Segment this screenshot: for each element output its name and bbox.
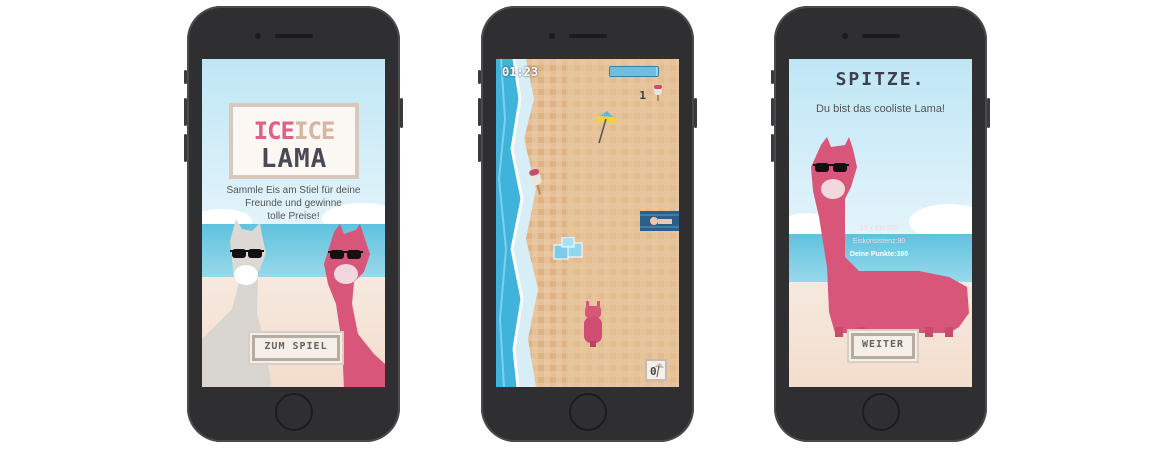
speaker-grille — [569, 34, 607, 38]
popsicle-count: 1 — [639, 89, 646, 102]
volume-down-button — [184, 134, 187, 162]
countdown-timer: 01:23 — [502, 65, 539, 79]
game-screen: 01:23 1 0 — [496, 59, 679, 387]
power-button — [694, 98, 697, 128]
result-screen: SPITZE. Du bist das cooliste Lama! 15 x … — [789, 59, 972, 387]
result-subtitle: Du bist das cooliste Lama! — [815, 103, 945, 115]
side-button — [771, 70, 774, 84]
umbrella-icon — [593, 111, 619, 144]
power-button — [987, 98, 990, 128]
speaker-grille — [275, 34, 313, 38]
speaker-grille — [862, 34, 900, 38]
home-button[interactable] — [274, 393, 313, 431]
logo-word-ice-pink: ICE — [253, 117, 295, 145]
side-button — [478, 70, 481, 84]
umbrella-counter[interactable]: 0 — [645, 359, 667, 381]
consistency-stat: Eiskonsistenz:90 — [852, 238, 906, 245]
volume-up-button — [184, 98, 187, 126]
side-button — [184, 70, 187, 84]
ice-cube-icon — [553, 237, 583, 260]
volume-up-button — [771, 98, 774, 126]
pink-llama-illustration — [324, 224, 385, 387]
beach-towel-icon — [640, 211, 679, 231]
game-logo: ICEICE LAMA — [229, 103, 359, 179]
ice-count-stat: 15 x Eis:300 — [859, 225, 899, 232]
logo-word-lama: LAMA — [260, 144, 328, 174]
home-button[interactable] — [861, 393, 900, 431]
umbrella-icon — [654, 363, 664, 377]
continue-button[interactable]: WEITER — [851, 333, 915, 359]
power-button — [400, 98, 403, 128]
phone-start: ICEICE LAMA Sammle Eis am Stiel für dein… — [184, 6, 403, 442]
logo-word-ice-beige: ICE — [294, 117, 335, 145]
logo-top-row: ICEICE — [233, 117, 355, 145]
progress-fill — [610, 67, 656, 76]
popsicle-icon — [529, 169, 542, 195]
popsicle-icon — [654, 85, 662, 101]
start-game-button[interactable]: ZUM SPIEL — [252, 335, 340, 361]
result-title: SPITZE. — [835, 69, 926, 90]
total-points-stat: Deine Punkte:390 — [849, 251, 909, 258]
front-camera — [255, 33, 261, 39]
progress-bar — [609, 66, 659, 77]
tagline-line: Freunde und gewinne — [245, 198, 342, 209]
front-camera — [549, 33, 555, 39]
player-llama — [584, 301, 602, 347]
volume-up-button — [478, 98, 481, 126]
tagline-line: Sammle Eis am Stiel für deine — [226, 185, 361, 196]
tagline: Sammle Eis am Stiel für deine Freunde un… — [212, 184, 375, 223]
grey-llama-illustration — [202, 219, 272, 387]
phone-game: 01:23 1 0 — [478, 6, 697, 442]
start-screen: ICEICE LAMA Sammle Eis am Stiel für dein… — [202, 59, 385, 387]
score-breakdown: 15 x Eis:300 Eiskonsistenz:90 Deine Punk… — [829, 222, 929, 261]
front-camera — [842, 33, 848, 39]
home-button[interactable] — [568, 393, 607, 431]
phone-result: SPITZE. Du bist das cooliste Lama! 15 x … — [771, 6, 990, 442]
volume-down-button — [771, 134, 774, 162]
volume-down-button — [478, 134, 481, 162]
